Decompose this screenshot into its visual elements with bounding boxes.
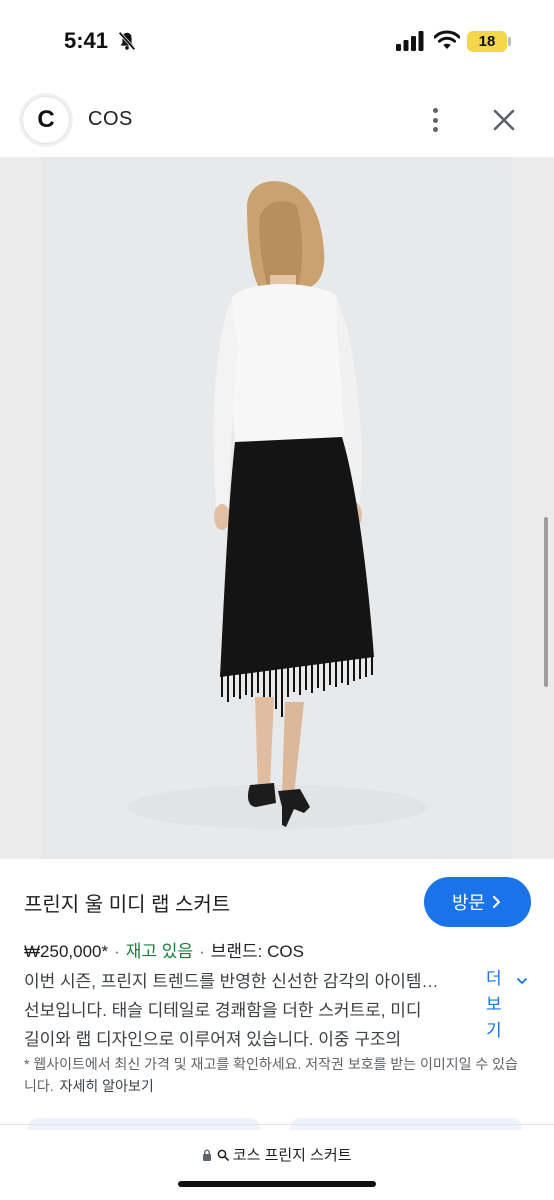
stock-status: 재고 있음: [125, 942, 194, 961]
site-name[interactable]: COS: [88, 108, 133, 131]
chevron-down-icon[interactable]: [516, 975, 528, 987]
source-header: C COS: [0, 90, 554, 150]
price: ₩250,000*: [24, 942, 109, 961]
query-text: 코스 프린지 스커트: [232, 1147, 352, 1164]
battery-cap: [508, 37, 511, 46]
visit-button-label: 방문: [451, 893, 486, 913]
bell-slash-icon: [118, 31, 136, 51]
description-line: 선보입니다. 태슬 디테일로 경쾌함을 더한 스커트로, 미디: [24, 1001, 422, 1020]
status-bar: 5:41 18: [0, 0, 554, 80]
separator-dot: ·: [114, 942, 120, 961]
product-title: 프린지 울 미디 랩 스커트: [24, 894, 231, 916]
more-toggle-label[interactable]: 더보기: [486, 966, 504, 1044]
product-description: 이번 시즌, 프린지 트렌드를 반영한 신선한 감각의 아이템… 선보입니다. …: [24, 967, 479, 1054]
site-favicon[interactable]: C: [22, 96, 70, 144]
lock-icon: [203, 1149, 212, 1161]
address-query[interactable]: 코스 프린지 스커트: [0, 1144, 554, 1165]
scrollbar[interactable]: [544, 517, 548, 687]
image-preview[interactable]: [0, 157, 554, 859]
divider: [0, 1124, 554, 1125]
brand: 브랜드: COS: [210, 942, 304, 961]
signal-icon: [396, 31, 424, 51]
search-icon: [217, 1149, 229, 1161]
address-bar[interactable]: 코스 프린지 스커트: [0, 1130, 554, 1200]
copyright-notice: * 웹사이트에서 최신 가격 및 재고를 확인하세요. 저작권 보호를 받는 이…: [24, 1053, 529, 1097]
home-indicator[interactable]: [178, 1181, 376, 1187]
chevron-right-icon: [492, 895, 501, 909]
wifi-icon: [434, 30, 460, 49]
visit-button[interactable]: 방문: [424, 877, 531, 927]
status-time: 5:41: [64, 28, 109, 53]
close-icon[interactable]: [488, 104, 520, 136]
learn-more-link[interactable]: 자세히 알아보기: [60, 1078, 154, 1094]
product-meta: ₩250,000* · 재고 있음 · 브랜드: COS: [24, 937, 304, 962]
product-photo: [42, 157, 512, 859]
battery-indicator: 18: [467, 31, 507, 52]
description-line: 길이와 랩 디자인으로 이루어져 있습니다. 이중 구조의: [24, 1030, 402, 1049]
description-line: 이번 시즌, 프린지 트렌드를 반영한 신선한 감각의 아이템…: [24, 972, 439, 991]
separator-dot: ·: [199, 942, 205, 961]
more-vert-icon[interactable]: [421, 104, 449, 136]
